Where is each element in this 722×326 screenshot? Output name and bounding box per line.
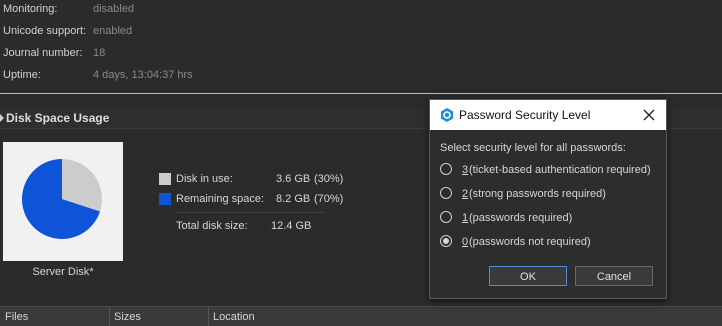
- cancel-button[interactable]: Cancel: [575, 266, 653, 286]
- legend-swatch-remaining: [159, 193, 171, 205]
- radio-button[interactable]: [440, 187, 452, 199]
- legend-separator: [175, 212, 325, 213]
- legend-label: Disk in use:: [176, 173, 233, 185]
- info-value: 18: [93, 47, 106, 59]
- info-label: Unicode support:: [3, 25, 87, 37]
- files-table-header: Files Sizes Location: [0, 306, 722, 326]
- column-header-files[interactable]: Files: [5, 311, 28, 323]
- divider: [0, 93, 722, 94]
- info-value: enabled: [93, 25, 133, 37]
- section-title: Disk Space Usage: [6, 111, 110, 125]
- close-icon[interactable]: [640, 106, 658, 124]
- expand-triangle-icon[interactable]: [0, 113, 4, 123]
- column-separator[interactable]: [208, 307, 209, 326]
- info-label: Uptime:: [3, 69, 41, 81]
- total-value: 12.4 GB: [271, 220, 312, 232]
- legend-pct: (70%): [314, 193, 344, 205]
- total-label: Total disk size:: [176, 220, 248, 232]
- legend-pct: (30%): [314, 173, 344, 185]
- radio-level-text: (ticket-based authentication required): [469, 164, 651, 176]
- column-header-location[interactable]: Location: [213, 311, 255, 323]
- radio-level-number: 1: [462, 212, 469, 224]
- radio-level-number: 2: [462, 188, 469, 200]
- pie-svg: [22, 159, 102, 239]
- dialog-prompt: Select security level for all passwords:: [440, 142, 626, 154]
- info-label: Monitoring:: [3, 3, 58, 15]
- legend-value: 3.6 GB: [276, 173, 311, 185]
- info-label: Journal number:: [3, 47, 83, 59]
- dialog-title: Password Security Level: [459, 108, 591, 122]
- info-value: 4 days, 13:04:37 hrs: [93, 69, 193, 81]
- radio-level-text: (strong passwords required): [469, 188, 606, 200]
- column-separator[interactable]: [109, 307, 110, 326]
- disk-caption: Server Disk*: [32, 266, 94, 278]
- legend-label: Remaining space:: [176, 193, 265, 205]
- legend-value: 8.2 GB: [276, 193, 311, 205]
- legend-swatch-used: [159, 173, 171, 185]
- radio-button[interactable]: [440, 211, 452, 223]
- column-header-sizes[interactable]: Sizes: [114, 311, 141, 323]
- radio-button[interactable]: [440, 163, 452, 175]
- ok-button[interactable]: OK: [489, 266, 567, 286]
- disk-pie-chart: [3, 142, 123, 261]
- radio-button-selected[interactable]: [440, 235, 452, 247]
- app-hexagon-icon: [441, 108, 453, 122]
- password-security-dialog: Password Security Level Select security …: [429, 99, 667, 299]
- info-value: disabled: [93, 3, 134, 15]
- radio-level-text: (passwords required): [469, 212, 573, 224]
- dialog-titlebar[interactable]: Password Security Level: [430, 100, 666, 130]
- radio-level-number: 0: [462, 236, 469, 248]
- radio-level-number: 3: [462, 164, 469, 176]
- radio-level-text: (passwords not required): [469, 236, 591, 248]
